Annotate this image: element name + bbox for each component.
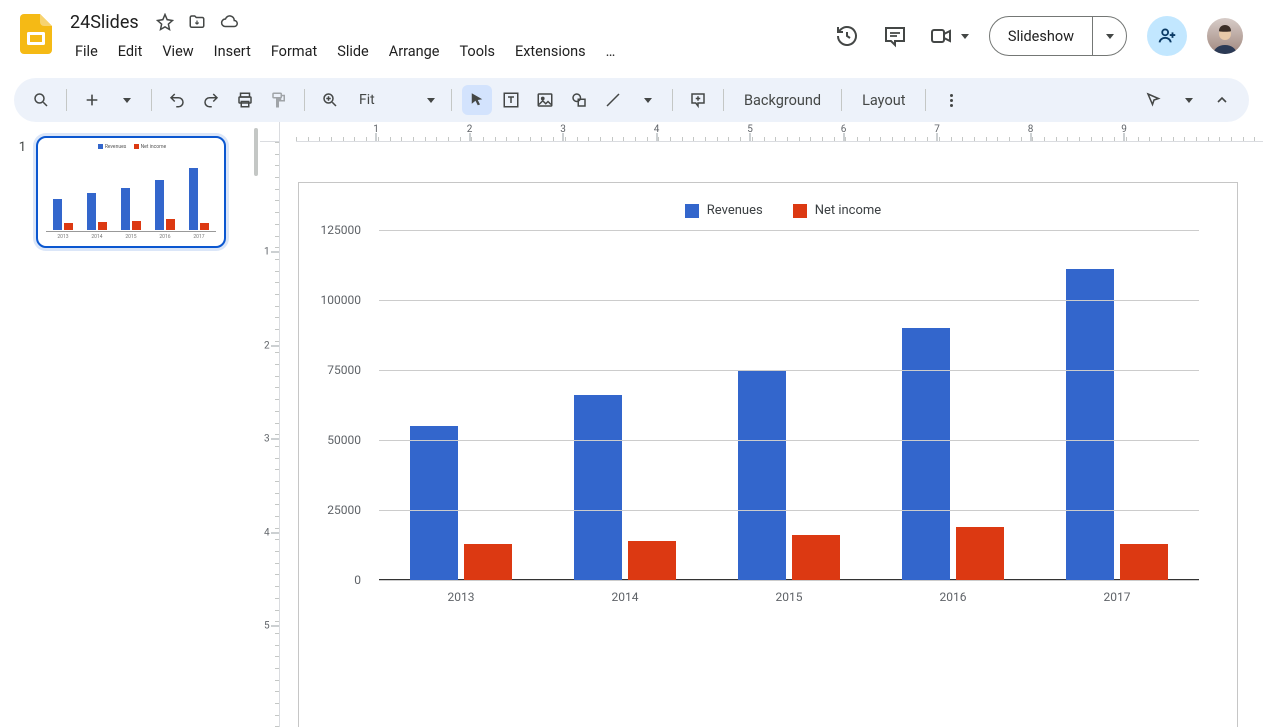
move-to-folder-icon[interactable]: [187, 12, 207, 32]
chart-legend: Revenues Net income: [349, 203, 1217, 218]
redo-button[interactable]: [196, 85, 226, 115]
chevron-down-icon: [427, 98, 435, 103]
chevron-down-icon: [644, 98, 652, 103]
workspace: 1 Revenues Net income 201320142015201620…: [0, 122, 1263, 727]
account-avatar[interactable]: [1207, 18, 1243, 54]
menu-arrange[interactable]: Arrange: [380, 38, 449, 65]
pointer-tool-button[interactable]: [1139, 85, 1169, 115]
share-button[interactable]: [1147, 16, 1187, 56]
print-button[interactable]: [230, 85, 260, 115]
chevron-down-icon: [1106, 34, 1114, 39]
legend-label-netincome: Net income: [815, 203, 882, 218]
slideshow-label: Slideshow: [990, 17, 1092, 55]
zoom-level-select[interactable]: Fit: [349, 85, 441, 115]
menu-overflow[interactable]: …: [597, 38, 625, 65]
layout-button[interactable]: Layout: [852, 85, 915, 115]
slide-thumbnail-1[interactable]: Revenues Net income 20132014201520162017: [36, 136, 226, 248]
menu-format[interactable]: Format: [262, 38, 326, 65]
pointer-tool-dropdown[interactable]: [1173, 85, 1203, 115]
slide-canvas-area[interactable]: 123456789 12345 Revenues Net income 2013…: [260, 122, 1263, 727]
video-call-button[interactable]: [929, 24, 969, 48]
title-bar: 24Slides File Edit View Insert Format Sl…: [0, 0, 1263, 74]
menu-tools[interactable]: Tools: [450, 38, 504, 65]
toolbar: Fit Background Layout: [14, 78, 1249, 122]
horizontal-ruler[interactable]: 123456789: [296, 122, 1263, 142]
panel-splitter[interactable]: [252, 122, 260, 727]
new-slide-dropdown[interactable]: [111, 85, 141, 115]
insert-shape-button[interactable]: [564, 85, 594, 115]
new-slide-button[interactable]: [77, 85, 107, 115]
zoom-level-value: Fit: [355, 92, 421, 108]
background-button[interactable]: Background: [734, 85, 831, 115]
menu-view[interactable]: View: [153, 38, 202, 65]
collapse-toolbar-button[interactable]: [1207, 85, 1237, 115]
thumbnail-number: 1: [14, 140, 26, 155]
menu-edit[interactable]: Edit: [109, 38, 152, 65]
slideshow-dropdown[interactable]: [1092, 17, 1126, 55]
ruler-corner: [260, 122, 280, 142]
slide-thumbnail-panel[interactable]: 1 Revenues Net income 201320142015201620…: [0, 122, 252, 727]
vertical-ruler[interactable]: 12345: [260, 142, 280, 727]
legend-label-revenues: Revenues: [707, 203, 763, 218]
star-icon[interactable]: [155, 12, 175, 32]
history-icon[interactable]: [833, 22, 861, 50]
slideshow-button[interactable]: Slideshow: [989, 16, 1127, 56]
cloud-saved-icon[interactable]: [219, 12, 239, 32]
textbox-button[interactable]: [496, 85, 526, 115]
chart-plot-area: 20132014201520162017 0250005000075000100…: [379, 230, 1199, 580]
insert-line-dropdown[interactable]: [632, 85, 662, 115]
search-menus-button[interactable]: [26, 85, 56, 115]
menu-extensions[interactable]: Extensions: [506, 38, 595, 65]
chevron-down-icon: [1185, 98, 1193, 103]
slide-canvas[interactable]: Revenues Net income 20132014201520162017…: [298, 182, 1238, 727]
zoom-tool-button[interactable]: [315, 85, 345, 115]
insert-line-button[interactable]: [598, 85, 628, 115]
menu-insert[interactable]: Insert: [205, 38, 260, 65]
more-options-button[interactable]: [936, 85, 966, 115]
paint-format-button: [264, 85, 294, 115]
select-tool-button[interactable]: [462, 85, 492, 115]
insert-image-button[interactable]: [530, 85, 560, 115]
chevron-down-icon: [123, 98, 131, 103]
chevron-down-icon: [961, 34, 969, 39]
menu-bar: File Edit View Insert Format Slide Arran…: [66, 38, 624, 65]
app-logo-slides[interactable]: [16, 14, 56, 54]
add-comment-button[interactable]: [683, 85, 713, 115]
document-title[interactable]: 24Slides: [66, 11, 143, 34]
undo-button[interactable]: [162, 85, 192, 115]
thumbnail-legend: Revenues Net income: [46, 144, 216, 150]
menu-slide[interactable]: Slide: [328, 38, 378, 65]
legend-swatch-revenues: [685, 204, 699, 218]
comments-icon[interactable]: [881, 22, 909, 50]
legend-swatch-netincome: [793, 204, 807, 218]
menu-file[interactable]: File: [66, 38, 107, 65]
bar-chart[interactable]: Revenues Net income 20132014201520162017…: [299, 203, 1237, 727]
